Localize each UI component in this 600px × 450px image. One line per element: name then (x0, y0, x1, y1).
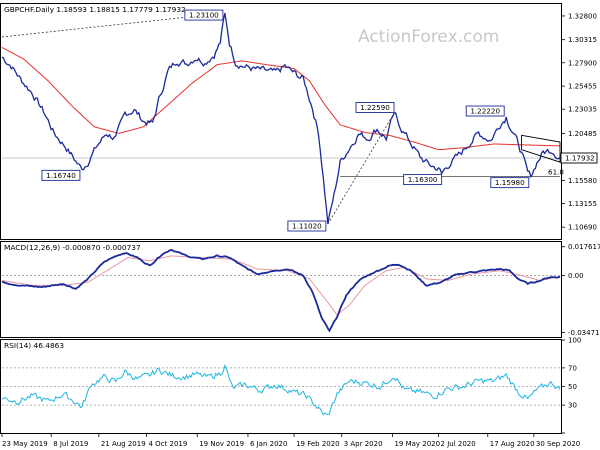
date-x-axis: 23 May 2019 8 Jul 2019 21 Aug 2019 4 Oct 20… (1, 433, 580, 448)
rsi-y-tick-label: 30 (568, 402, 577, 410)
swing-label: 1.15980 (495, 178, 525, 187)
x-tick-label: 2 Jul 2020 (441, 440, 476, 448)
x-tick-label: 17 Aug 2020 (490, 440, 535, 448)
watermark: ActionForex.com (358, 27, 499, 47)
swing-label: 1.23100 (189, 11, 219, 20)
rsi-line (1, 364, 561, 416)
price-y-tick-label: 1.10690 (568, 224, 597, 232)
price-y-tick-label: 1.13155 (568, 200, 597, 208)
price-panel-title: GBPCHF.Daily 1.18593 1.18815 1.17779 1.1… (4, 5, 186, 14)
macd-group: 0.0176170.00-0.034711 (1, 243, 600, 337)
macd-signal-line (1, 255, 561, 316)
rsi-group: 100 70 50 30 (1, 337, 581, 434)
swing-label: 1.11020 (292, 222, 322, 231)
swing-label: 1.22590 (360, 103, 390, 112)
x-tick-label: 19 Nov 2019 (199, 440, 244, 448)
macd-y-tick-label: 0.017617 (568, 243, 600, 251)
rsi-panel-title: RSI(14) 46.4863 (4, 341, 64, 350)
fib-level-label: 61.8 (548, 168, 564, 177)
x-tick-label: 19 May 2020 (394, 440, 440, 448)
price-y-tick-label: 1.23035 (568, 106, 597, 114)
x-tick-label: 6 Jan 2020 (250, 440, 288, 448)
macd-line (1, 249, 561, 333)
price-y-tick-label: 1.20485 (568, 130, 597, 138)
macd-panel-title: MACD(12,26,9) -0.000870 -0.000737 (4, 243, 141, 252)
price-y-axis: 1.32800 1.30315 1.27900 1.25455 1.23035 1.204… (561, 12, 597, 232)
price-y-tick-label: 1.25455 (568, 83, 597, 91)
gbpchf-daily-chart: ActionForex.com GBPCHF.Daily 1.18593 1.1… (0, 3, 600, 448)
rsi-y-tick-label: 100 (568, 337, 581, 345)
x-tick-label: 19 Feb 2020 (296, 440, 340, 448)
rsi-y-tick-label: 50 (568, 383, 577, 391)
swing-label: 1.16300 (408, 175, 438, 184)
x-tick-label: 30 Sep 2020 (536, 440, 580, 448)
price-y-tick-label: 1.32800 (568, 12, 597, 20)
macd-y-tick-label: 0.00 (568, 272, 584, 280)
x-tick-label: 4 Oct 2019 (148, 440, 187, 448)
moving-average-line (1, 47, 561, 151)
macd-panel-frame (0, 241, 562, 338)
current-price-tag: 1.17932 (565, 154, 595, 163)
trendline (327, 113, 395, 225)
x-tick-label: 23 May 2019 (2, 440, 48, 448)
price-y-tick-label: 1.30315 (568, 36, 597, 44)
x-tick-label: 21 Aug 2019 (101, 440, 146, 448)
x-tick-label: 8 Jul 2019 (53, 440, 88, 448)
price-annotations: 1.23100 1.16740 1.11020 1.22590 1.16300 1.222… (41, 9, 598, 232)
rsi-y-tick-label: 70 (568, 364, 577, 372)
price-y-tick-label: 1.15580 (568, 177, 597, 185)
swing-label: 1.22220 (470, 107, 500, 116)
price-y-tick-label: 1.27900 (568, 59, 597, 67)
x-tick-label: 3 Apr 2020 (344, 440, 383, 448)
swing-label: 1.16740 (46, 171, 76, 180)
